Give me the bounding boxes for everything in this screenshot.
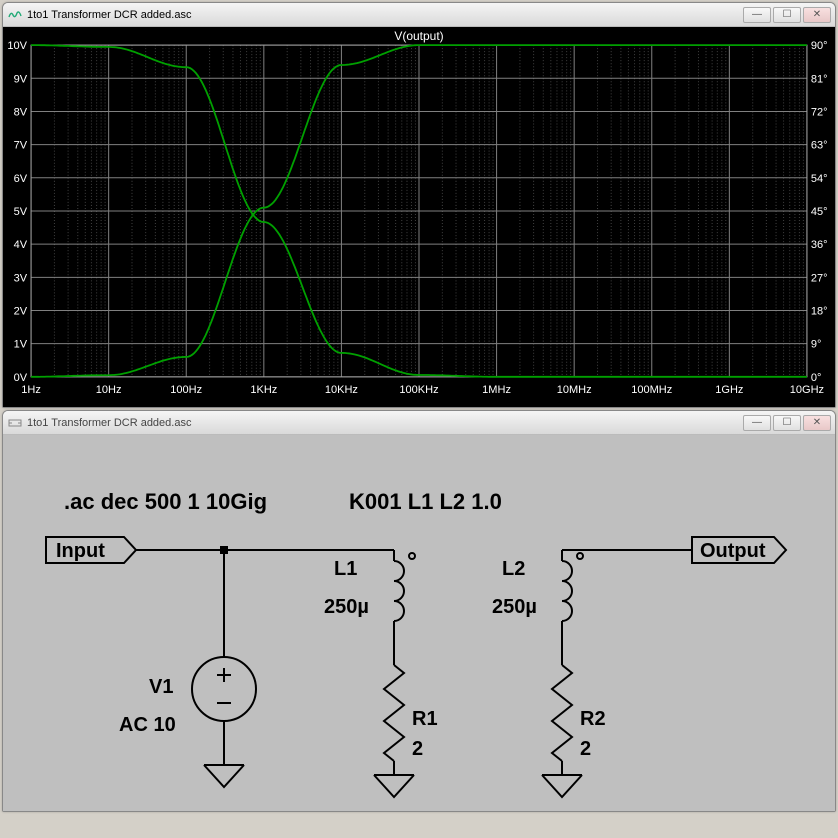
net-label-input[interactable]: Input bbox=[46, 537, 136, 563]
svg-text:10KHz: 10KHz bbox=[325, 384, 358, 396]
schematic-window-title: 1to1 Transformer DCR added.asc bbox=[27, 417, 743, 429]
svg-text:36°: 36° bbox=[811, 239, 828, 251]
svg-text:R2: R2 bbox=[580, 708, 606, 730]
svg-text:63°: 63° bbox=[811, 140, 828, 152]
ground-symbol bbox=[204, 765, 244, 787]
svg-text:2V: 2V bbox=[14, 306, 28, 318]
svg-text:9V: 9V bbox=[14, 73, 28, 85]
svg-text:4V: 4V bbox=[14, 239, 28, 251]
maximize-button[interactable]: ☐ bbox=[773, 415, 801, 431]
svg-text:9°: 9° bbox=[811, 339, 822, 351]
svg-text:100MHz: 100MHz bbox=[631, 384, 672, 396]
waveform-plot[interactable]: 0V 1V 2V 3V 4V 5V 6V 7V 8V 9V 10V 0° 9° 18° 27° 36° 45° 5… bbox=[3, 27, 835, 407]
svg-text:90°: 90° bbox=[811, 40, 828, 52]
component-L1[interactable]: L1 250µ bbox=[324, 550, 415, 665]
svg-text:L2: L2 bbox=[502, 558, 525, 580]
component-R2[interactable]: R2 2 bbox=[552, 665, 606, 775]
minimize-button[interactable]: — bbox=[743, 415, 771, 431]
svg-text:3V: 3V bbox=[14, 272, 28, 284]
svg-text:10Hz: 10Hz bbox=[96, 384, 122, 396]
net-label-output[interactable]: Output bbox=[692, 537, 786, 563]
svg-text:10MHz: 10MHz bbox=[557, 384, 592, 396]
svg-text:1V: 1V bbox=[14, 339, 28, 351]
svg-text:6V: 6V bbox=[14, 173, 28, 185]
svg-text:V1: V1 bbox=[149, 676, 173, 698]
svg-text:7V: 7V bbox=[14, 140, 28, 152]
spice-directive-k[interactable]: K001 L1 L2 1.0 bbox=[349, 489, 502, 514]
svg-text:250µ: 250µ bbox=[492, 596, 537, 618]
svg-text:2: 2 bbox=[412, 738, 423, 760]
svg-text:2: 2 bbox=[580, 738, 591, 760]
plot-titlebar[interactable]: 1to1 Transformer DCR added.asc — ☐ ✕ bbox=[3, 3, 835, 27]
svg-text:81°: 81° bbox=[811, 73, 828, 85]
svg-text:1Hz: 1Hz bbox=[21, 384, 41, 396]
plot-window: 1to1 Transformer DCR added.asc — ☐ ✕ V(o… bbox=[2, 2, 836, 408]
svg-text:1MHz: 1MHz bbox=[482, 384, 511, 396]
trace-label[interactable]: V(output) bbox=[394, 29, 443, 43]
svg-text:1GHz: 1GHz bbox=[715, 384, 743, 396]
plot-window-title: 1to1 Transformer DCR added.asc bbox=[27, 9, 743, 21]
component-R1[interactable]: R1 2 bbox=[384, 665, 438, 775]
plot-area[interactable]: V(output) 0V 1V 2V 3V 4V 5V 6V 7V 8V 9V 10V 0° 9° 18°… bbox=[3, 27, 835, 407]
svg-text:27°: 27° bbox=[811, 272, 828, 284]
svg-text:Input: Input bbox=[56, 540, 105, 562]
schematic-svg[interactable]: .ac dec 500 1 10Gig K001 L1 L2 1.0 Input… bbox=[3, 435, 835, 811]
schematic-window-buttons: — ☐ ✕ bbox=[743, 415, 831, 431]
waveform-icon bbox=[7, 7, 23, 23]
svg-text:45°: 45° bbox=[811, 206, 828, 218]
ground-symbol bbox=[542, 775, 582, 797]
schematic-titlebar[interactable]: 1to1 Transformer DCR added.asc — ☐ ✕ bbox=[3, 411, 835, 435]
svg-text:L1: L1 bbox=[334, 558, 357, 580]
svg-text:250µ: 250µ bbox=[324, 596, 369, 618]
maximize-button[interactable]: ☐ bbox=[773, 7, 801, 23]
svg-text:72°: 72° bbox=[811, 106, 828, 118]
svg-text:Output: Output bbox=[700, 540, 766, 562]
schematic-canvas[interactable]: .ac dec 500 1 10Gig K001 L1 L2 1.0 Input… bbox=[3, 435, 835, 811]
svg-text:0°: 0° bbox=[811, 372, 822, 384]
svg-text:8V: 8V bbox=[14, 106, 28, 118]
svg-text:54°: 54° bbox=[811, 173, 828, 185]
schematic-icon bbox=[7, 415, 23, 431]
svg-text:0V: 0V bbox=[14, 372, 28, 384]
svg-text:100Hz: 100Hz bbox=[170, 384, 202, 396]
svg-text:1KHz: 1KHz bbox=[250, 384, 277, 396]
schematic-window: 1to1 Transformer DCR added.asc — ☐ ✕ .ac… bbox=[2, 410, 836, 812]
component-V1[interactable]: V1 AC 10 bbox=[119, 657, 256, 765]
svg-text:10GHz: 10GHz bbox=[790, 384, 824, 396]
component-L2[interactable]: L2 250µ bbox=[492, 550, 583, 665]
ground-symbol bbox=[374, 775, 414, 797]
spice-directive-ac[interactable]: .ac dec 500 1 10Gig bbox=[64, 489, 267, 514]
svg-text:100KHz: 100KHz bbox=[399, 384, 438, 396]
close-button[interactable]: ✕ bbox=[803, 415, 831, 431]
svg-text:10V: 10V bbox=[7, 40, 27, 52]
svg-text:R1: R1 bbox=[412, 708, 438, 730]
svg-text:18°: 18° bbox=[811, 306, 828, 318]
svg-text:5V: 5V bbox=[14, 206, 28, 218]
minimize-button[interactable]: — bbox=[743, 7, 771, 23]
svg-text:AC 10: AC 10 bbox=[119, 714, 176, 736]
close-button[interactable]: ✕ bbox=[803, 7, 831, 23]
plot-window-buttons: — ☐ ✕ bbox=[743, 7, 831, 23]
